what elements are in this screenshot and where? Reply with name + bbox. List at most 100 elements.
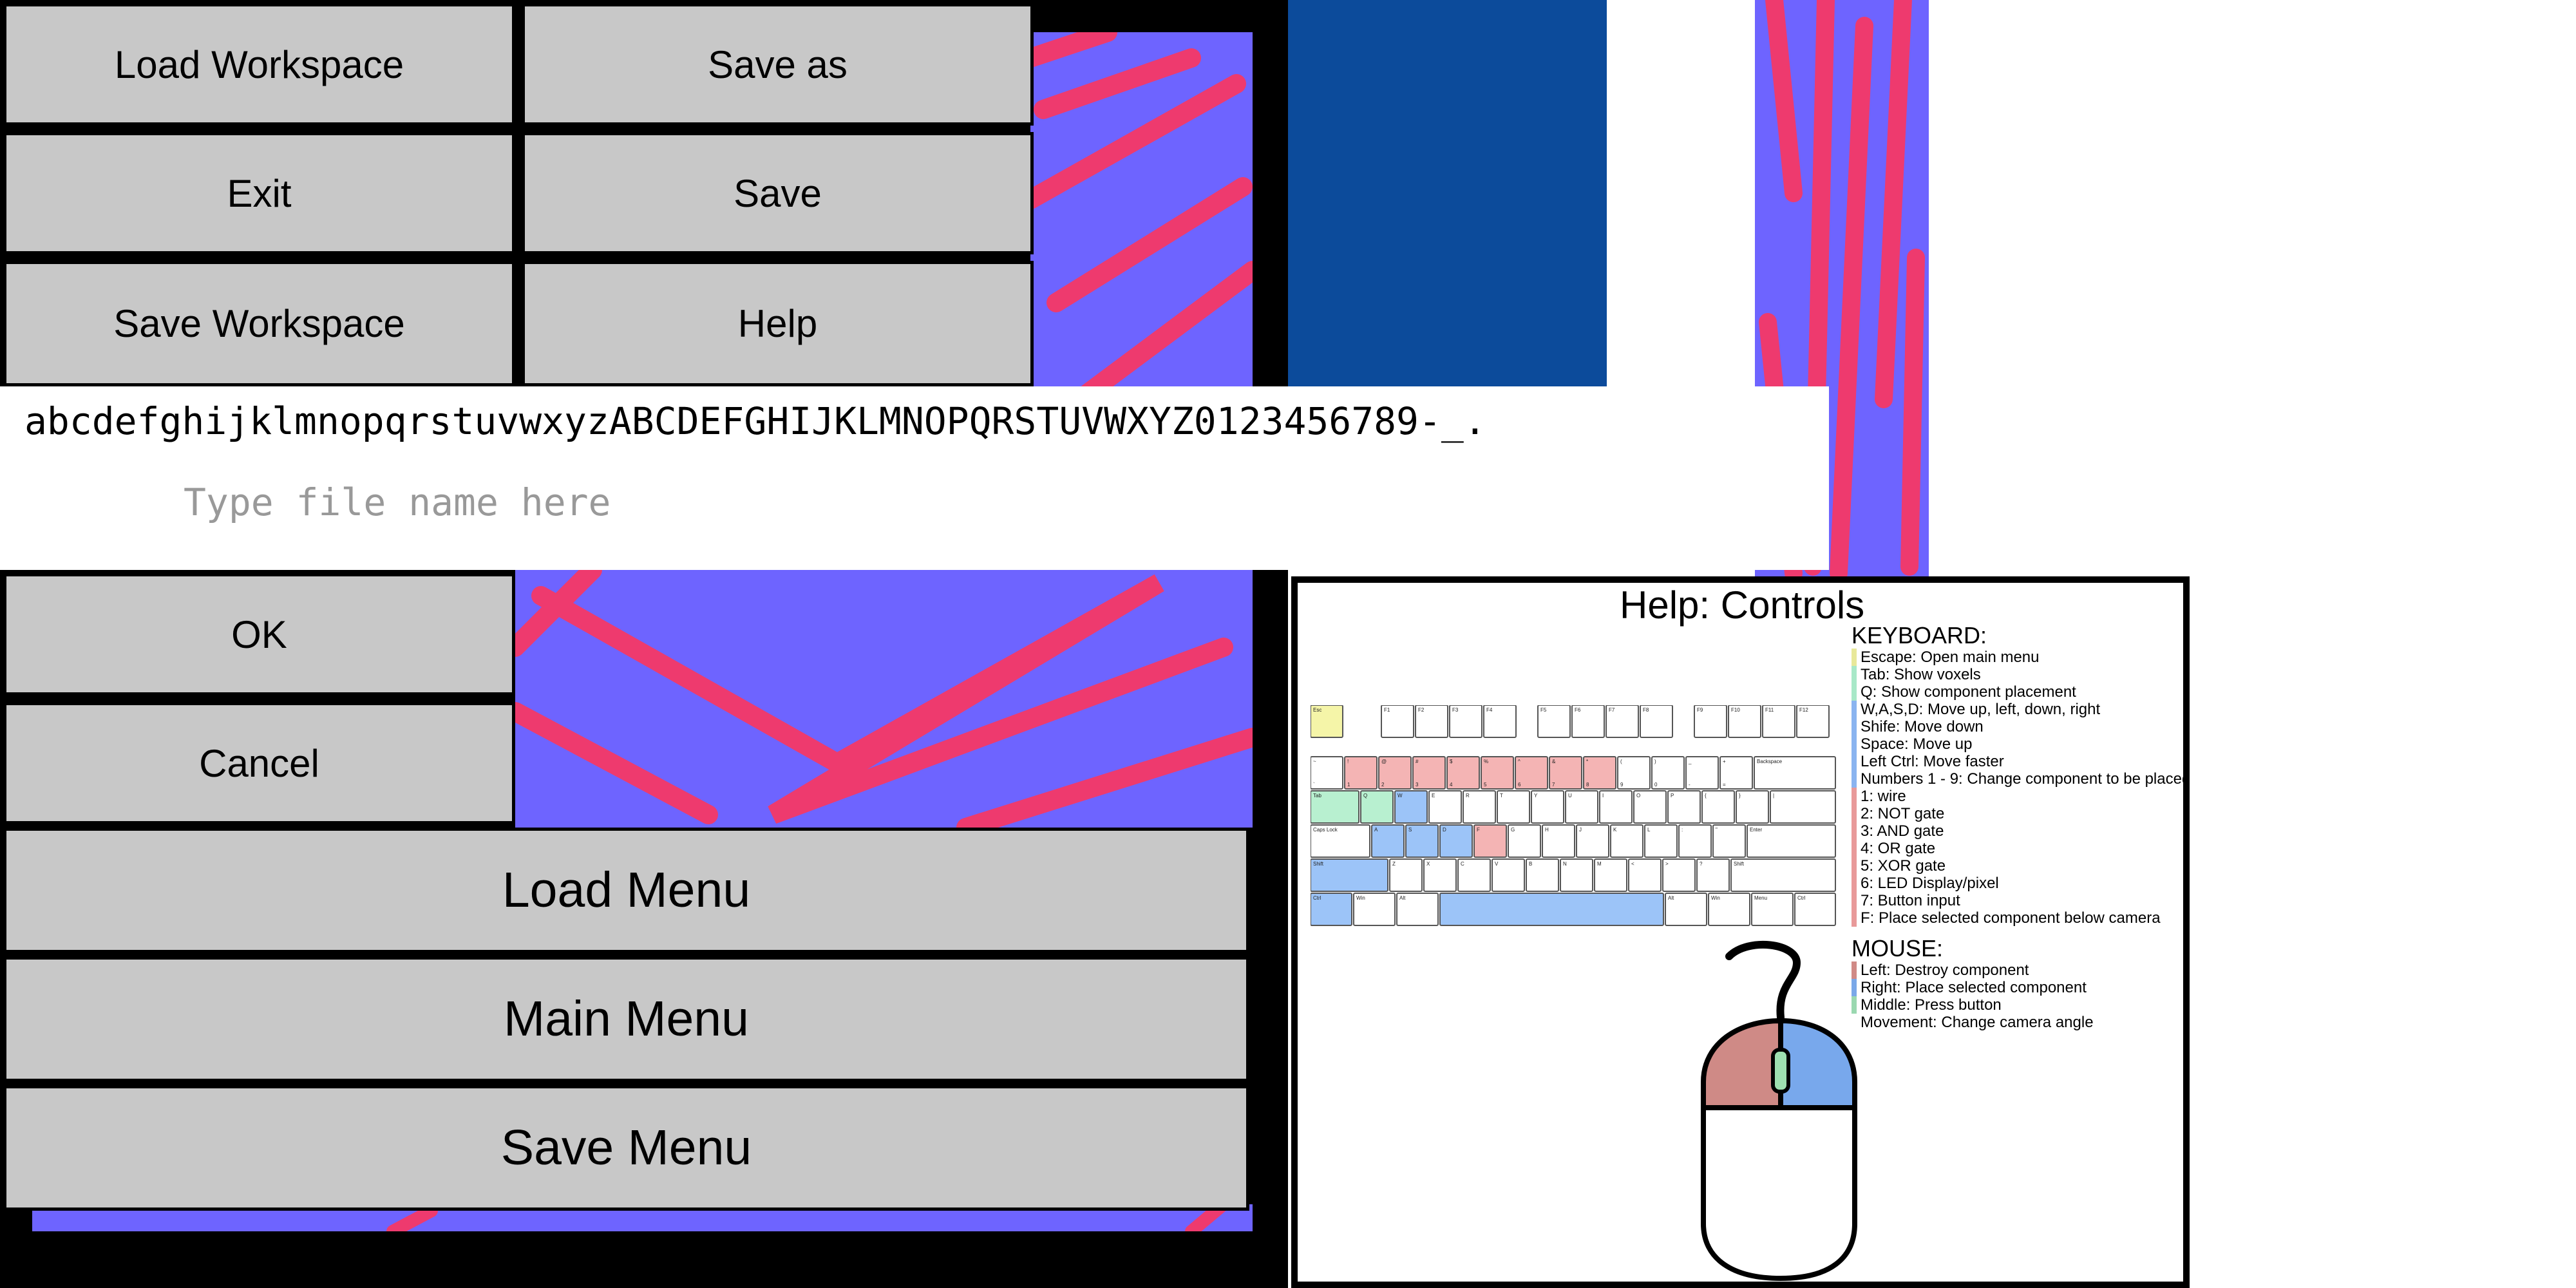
keyboard-key-label: F3 xyxy=(1452,707,1459,713)
dark-blue-panel xyxy=(1288,0,1607,386)
keyboard-control-item: 2: NOT gate xyxy=(1852,805,2180,822)
cancel-button[interactable]: Cancel xyxy=(3,702,515,824)
ok-button[interactable]: OK xyxy=(3,573,515,696)
save-menu-button[interactable]: Save Menu xyxy=(3,1085,1249,1211)
save-button[interactable]: Save xyxy=(522,132,1034,254)
keyboard-key xyxy=(1439,893,1664,926)
keyboard-key-label: Shift xyxy=(1313,861,1324,867)
keyboard-key-label: Menu xyxy=(1754,895,1767,901)
save-as-button[interactable]: Save as xyxy=(522,3,1034,126)
keyboard-control-text: F: Place selected component below camera xyxy=(1861,909,2161,927)
keyboard-control-text: 1: wire xyxy=(1861,788,1906,805)
keyboard-key-label: N xyxy=(1563,861,1567,867)
keyboard-control-text: W,A,S,D: Move up, left, down, right xyxy=(1861,701,2101,718)
keyboard-key-label: F12 xyxy=(1799,707,1808,713)
keyboard-key-label: " xyxy=(1716,827,1718,833)
allowed-characters-label: abcdefghijklmnopqrstuvwxyzABCDEFGHIJKLMN… xyxy=(24,399,1486,443)
legend-color-swatch xyxy=(1852,683,1857,701)
legend-color-swatch xyxy=(1852,718,1857,735)
keyboard-key-label: | xyxy=(1773,793,1774,799)
keyboard-key-label: 1 xyxy=(1347,782,1350,788)
keyboard-control-item: 1: wire xyxy=(1852,788,2180,805)
keyboard-control-text: Numbers 1 - 9: Change component to be pl… xyxy=(1861,770,2191,788)
legend-color-swatch xyxy=(1852,979,1857,996)
keyboard-key-label: F6 xyxy=(1575,707,1581,713)
keyboard-key-label: { xyxy=(1705,793,1707,799)
keyboard-key-label: K xyxy=(1613,827,1617,833)
keyboard-key-label: E xyxy=(1432,793,1435,799)
exit-button[interactable]: Exit xyxy=(3,132,515,254)
keyboard-key-label: A xyxy=(1374,827,1378,833)
keyboard-key-label: F4 xyxy=(1486,707,1493,713)
keyboard-key-label: ? xyxy=(1700,861,1703,867)
texture-panel-middle xyxy=(515,570,1253,828)
keyboard-key xyxy=(1701,790,1735,824)
keyboard-key-label: 4 xyxy=(1450,782,1453,788)
legend-color-swatch xyxy=(1852,961,1857,979)
keyboard-key-label: F9 xyxy=(1697,707,1703,713)
keyboard-key-label: Ctrl xyxy=(1313,895,1321,901)
mouse-control-text: Left: Destroy component xyxy=(1861,961,2029,979)
mouse-left-button xyxy=(1701,1018,1783,1110)
keyboard-key-label: = xyxy=(1723,782,1726,788)
keyboard-key-label: > xyxy=(1665,861,1669,867)
keyboard-key-label: H xyxy=(1545,827,1549,833)
keyboard-key-label: ^ xyxy=(1518,759,1520,764)
texture-panel-top xyxy=(1030,32,1253,393)
keyboard-key-label: I xyxy=(1602,793,1604,799)
keyboard-key-label: Caps Lock xyxy=(1313,827,1338,833)
mouse-middle-button xyxy=(1771,1048,1790,1094)
keyboard-control-item: Left Ctrl: Move faster xyxy=(1852,753,2180,770)
help-button[interactable]: Help xyxy=(522,261,1034,386)
keyboard-key-label: F2 xyxy=(1418,707,1425,713)
keyboard-key-label: + xyxy=(1723,759,1726,764)
keyboard-key-label: } xyxy=(1739,793,1741,799)
keyboard-key-label: 6 xyxy=(1518,782,1521,788)
mouse-control-item: Left: Destroy component xyxy=(1852,961,2180,979)
keyboard-key xyxy=(1678,824,1712,858)
keyboard-control-item: 5: XOR gate xyxy=(1852,857,2180,875)
mouse-controls-list: Left: Destroy component Right: Place sele… xyxy=(1852,961,2180,1031)
mouse-control-text: Middle: Press button xyxy=(1861,996,2002,1014)
save-workspace-button[interactable]: Save Workspace xyxy=(3,261,515,386)
keyboard-controls-list: Escape: Open main menu Tab: Show voxels Q:… xyxy=(1852,649,2190,927)
keyboard-key-label: $ xyxy=(1450,759,1453,764)
keyboard-key-label: 0 xyxy=(1654,782,1658,788)
mouse-control-item: Right: Place selected component xyxy=(1852,979,2180,996)
legend-color-swatch xyxy=(1852,805,1857,822)
keyboard-key-label: O xyxy=(1636,793,1640,799)
keyboard-key-label: ( xyxy=(1620,759,1622,764)
keyboard-key-label: # xyxy=(1416,759,1419,764)
keyboard-key-label: Ctrl xyxy=(1797,895,1806,901)
keyboard-control-item: 7: Button input xyxy=(1852,892,2180,909)
keyboard-key-label: ) xyxy=(1654,759,1656,764)
load-menu-button[interactable]: Load Menu xyxy=(3,828,1249,953)
legend-color-swatch xyxy=(1852,875,1857,892)
file-name-input[interactable] xyxy=(184,477,1472,528)
keyboard-key-label: 8 xyxy=(1586,782,1589,788)
keyboard-key-label: 7 xyxy=(1552,782,1555,788)
legend-color-swatch xyxy=(1852,996,1857,1014)
keyboard-key-label: X xyxy=(1426,861,1430,867)
legend-color-swatch xyxy=(1852,788,1857,805)
main-menu-button[interactable]: Main Menu xyxy=(3,956,1249,1082)
keyboard-key-label: ! xyxy=(1347,759,1349,764)
keyboard-key-label: Win xyxy=(1711,895,1720,901)
keyboard-key-label: Shift xyxy=(1734,861,1745,867)
keyboard-key-label: _ xyxy=(1688,759,1692,764)
keyboard-key-label: @ xyxy=(1381,759,1387,764)
keyboard-diagram: Esc F1 F2 F3 F4 F5 F6 F7 F8 F9 F10 F11 F12~`!1@2#3$4… xyxy=(1311,705,1836,926)
keyboard-key-label: P xyxy=(1671,793,1674,799)
keyboard-key-label: L xyxy=(1647,827,1651,833)
keyboard-key xyxy=(1770,790,1836,824)
load-workspace-button[interactable]: Load Workspace xyxy=(3,3,515,126)
keyboard-control-text: 7: Button input xyxy=(1861,892,1960,909)
keyboard-control-text: 3: AND gate xyxy=(1861,822,1944,840)
keyboard-key-label: Q xyxy=(1363,793,1367,799)
keyboard-key xyxy=(1599,790,1633,824)
mouse-cable xyxy=(1725,940,1801,1021)
mouse-diagram xyxy=(1701,940,1857,1282)
keyboard-key-label: F8 xyxy=(1643,707,1649,713)
legend-color-swatch xyxy=(1852,822,1857,840)
keyboard-key-label: B xyxy=(1529,861,1532,867)
